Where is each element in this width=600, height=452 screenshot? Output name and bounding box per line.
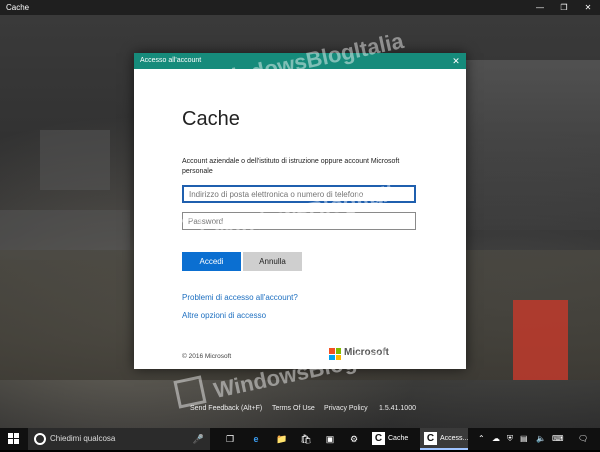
taskbar-app-cache[interactable]: C Cache — [368, 428, 416, 450]
signin-problems-link[interactable]: Problemi di accesso all'account? — [182, 293, 298, 302]
password-input[interactable] — [182, 212, 416, 230]
dialog-title-bar: Accesso all'account ✕ — [134, 53, 466, 69]
taskbar-app-label: Access... — [440, 435, 469, 442]
people-icon[interactable]: ⌃ — [478, 428, 485, 450]
background-object — [40, 130, 110, 190]
network-icon[interactable]: ▤ — [520, 428, 528, 450]
background-shelf — [465, 60, 600, 230]
store-icon[interactable]: 🛍 — [296, 428, 316, 450]
settings-icon[interactable]: ⚙ — [344, 428, 364, 450]
photos-icon[interactable]: ▣ — [320, 428, 340, 450]
microphone-icon[interactable]: 🎤 — [193, 428, 204, 450]
taskbar-app-access[interactable]: C Access... — [420, 428, 468, 450]
windows-logo-icon — [7, 433, 19, 444]
copyright-text: © 2016 Microsoft — [182, 353, 232, 360]
signin-dialog: Accesso all'account ✕ Cache Account azie… — [134, 53, 466, 369]
window-title: Cache — [6, 3, 30, 12]
microsoft-logo: Microsoft — [329, 347, 389, 361]
close-icon[interactable]: ✕ — [576, 0, 600, 15]
microsoft-logo-icon — [329, 348, 341, 360]
account-description: Account aziendale o dell'istituto di ist… — [182, 158, 400, 175]
edge-icon[interactable]: e — [246, 428, 266, 450]
terms-link[interactable]: Terms Of Use — [272, 405, 315, 412]
more-options-link[interactable]: Altre opzioni di accesso — [182, 311, 266, 320]
notification-icon[interactable]: 🗨 — [578, 428, 588, 450]
cortana-icon — [34, 433, 46, 445]
minimize-icon[interactable]: — — [528, 0, 552, 15]
cancel-button[interactable]: Annulla — [243, 252, 302, 271]
dialog-title: Accesso all'account — [140, 57, 202, 64]
volume-icon[interactable]: 🔈 — [536, 428, 546, 450]
app-name-heading: Cache — [182, 108, 240, 130]
task-view-icon[interactable]: ❐ — [220, 428, 240, 450]
signin-button[interactable]: Accedi — [182, 252, 241, 271]
version-label: 1.5.41.1000 — [379, 405, 416, 412]
search-placeholder: Chiedimi qualcosa — [50, 434, 116, 443]
email-input[interactable] — [182, 185, 416, 203]
taskbar-app-label: Cache — [388, 435, 409, 442]
send-feedback-link[interactable]: Send Feedback (Alt+F) — [190, 405, 262, 412]
maximize-icon[interactable]: ❐ — [552, 0, 576, 15]
title-bar: Cache — ❐ ✕ — [0, 0, 600, 15]
cache-app-icon: C — [424, 432, 437, 445]
background-red-bag — [513, 300, 568, 380]
cache-app-icon: C — [372, 432, 385, 445]
close-icon[interactable]: ✕ — [450, 53, 462, 69]
microsoft-wordmark: Microsoft — [344, 347, 389, 358]
privacy-link[interactable]: Privacy Policy — [324, 405, 368, 412]
defender-icon[interactable]: ⛨ — [507, 428, 513, 450]
onedrive-icon[interactable]: ☁ — [492, 428, 500, 450]
file-explorer-icon[interactable]: 📁 — [272, 428, 292, 450]
taskbar: Chiedimi qualcosa 🎤 ❐ e 📁 🛍 ▣ ⚙ C Cache … — [0, 428, 600, 450]
start-button[interactable] — [3, 428, 23, 450]
app-footer: Send Feedback (Alt+F) Terms Of Use Priva… — [0, 405, 600, 419]
keyboard-icon[interactable]: ⌨ — [552, 428, 564, 450]
search-box[interactable]: Chiedimi qualcosa 🎤 — [28, 428, 210, 450]
